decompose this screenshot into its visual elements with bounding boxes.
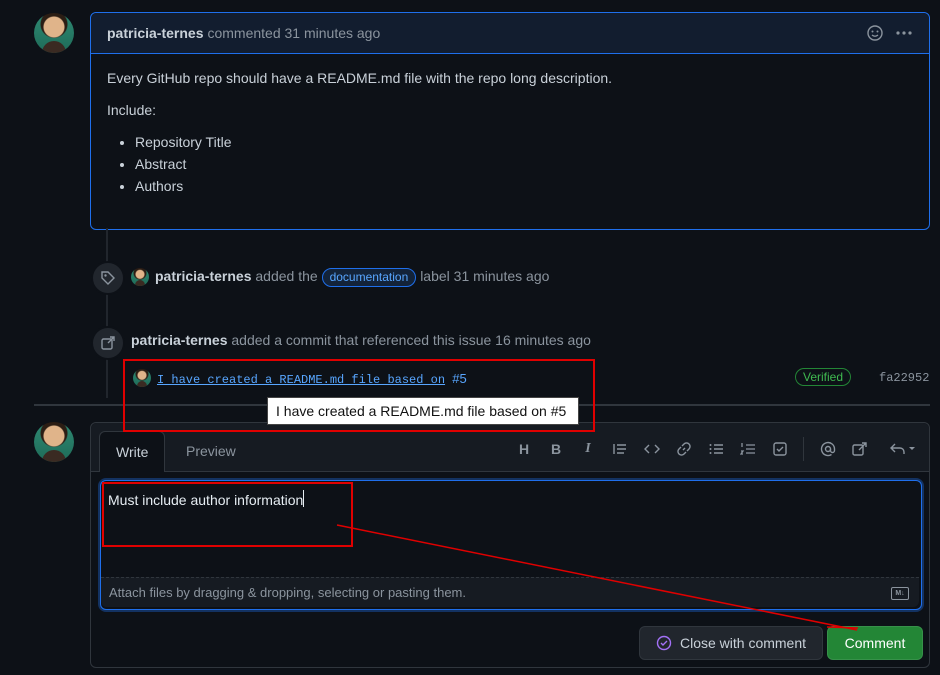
- arrow-annotation: [336, 524, 859, 631]
